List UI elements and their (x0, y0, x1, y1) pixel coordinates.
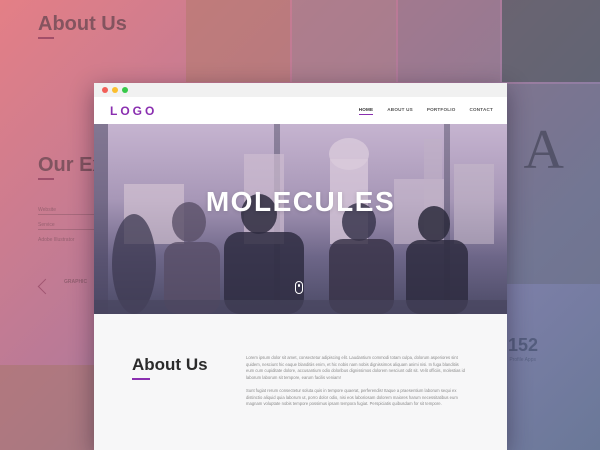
bg-form-label-3: Adobe Illustrator (38, 237, 75, 243)
about-paragraph-1: Lorem ipsum dolor sit amet, consectetur … (246, 355, 465, 380)
bg-stat-label: Profile Apps (509, 357, 536, 363)
bg-form-label-1: Website (38, 207, 56, 213)
browser-window: LOGO HOME ABOUT US PORTFOLIO CONTACT MOL… (94, 83, 507, 450)
bg-photo-3 (398, 0, 500, 82)
bg-about-heading: About Us (38, 13, 127, 35)
bg-form-line-2 (38, 229, 94, 230)
bg-about-underline (38, 37, 54, 39)
bg-form-line-1 (38, 214, 94, 215)
bg-photo-4 (502, 0, 600, 82)
nav-about-us[interactable]: ABOUT US (387, 107, 413, 115)
close-dot-icon[interactable] (102, 87, 108, 93)
about-paragraph-2: Sunt fugiat rerum consectetur soluta qui… (246, 388, 458, 407)
bg-vector-icon (37, 278, 54, 295)
about-title: About Us (132, 355, 208, 374)
bg-stat-number: 152 (507, 335, 538, 355)
bg-letter: A (523, 119, 564, 181)
about-section: About Us Lorem ipsum dolor sit amet, con… (94, 314, 507, 450)
bg-experience-underline (38, 178, 54, 180)
nav-contact[interactable]: CONTACT (469, 107, 493, 115)
main-nav: HOME ABOUT US PORTFOLIO CONTACT (358, 107, 493, 115)
hero-title: MOLECULES (205, 186, 396, 217)
nav-home[interactable]: HOME (358, 107, 374, 115)
site-logo[interactable]: LOGO (110, 104, 157, 118)
hero-section: MOLECULES (94, 124, 507, 314)
bg-photo-6 (0, 365, 94, 450)
bg-photo-5 (507, 84, 600, 284)
bg-service-label: GRAPHIC (64, 279, 88, 285)
mouse-icon[interactable] (295, 281, 303, 294)
maximize-dot-icon[interactable] (122, 87, 128, 93)
about-underline (132, 378, 150, 380)
window-titlebar (94, 83, 507, 97)
minimize-dot-icon[interactable] (112, 87, 118, 93)
bg-photo-1 (186, 0, 290, 82)
bg-photo-2 (292, 0, 396, 82)
nav-portfolio[interactable]: PORTFOLIO (427, 107, 456, 115)
bg-form-label-2: Service (38, 222, 55, 228)
site-navbar: LOGO HOME ABOUT US PORTFOLIO CONTACT (94, 97, 507, 125)
